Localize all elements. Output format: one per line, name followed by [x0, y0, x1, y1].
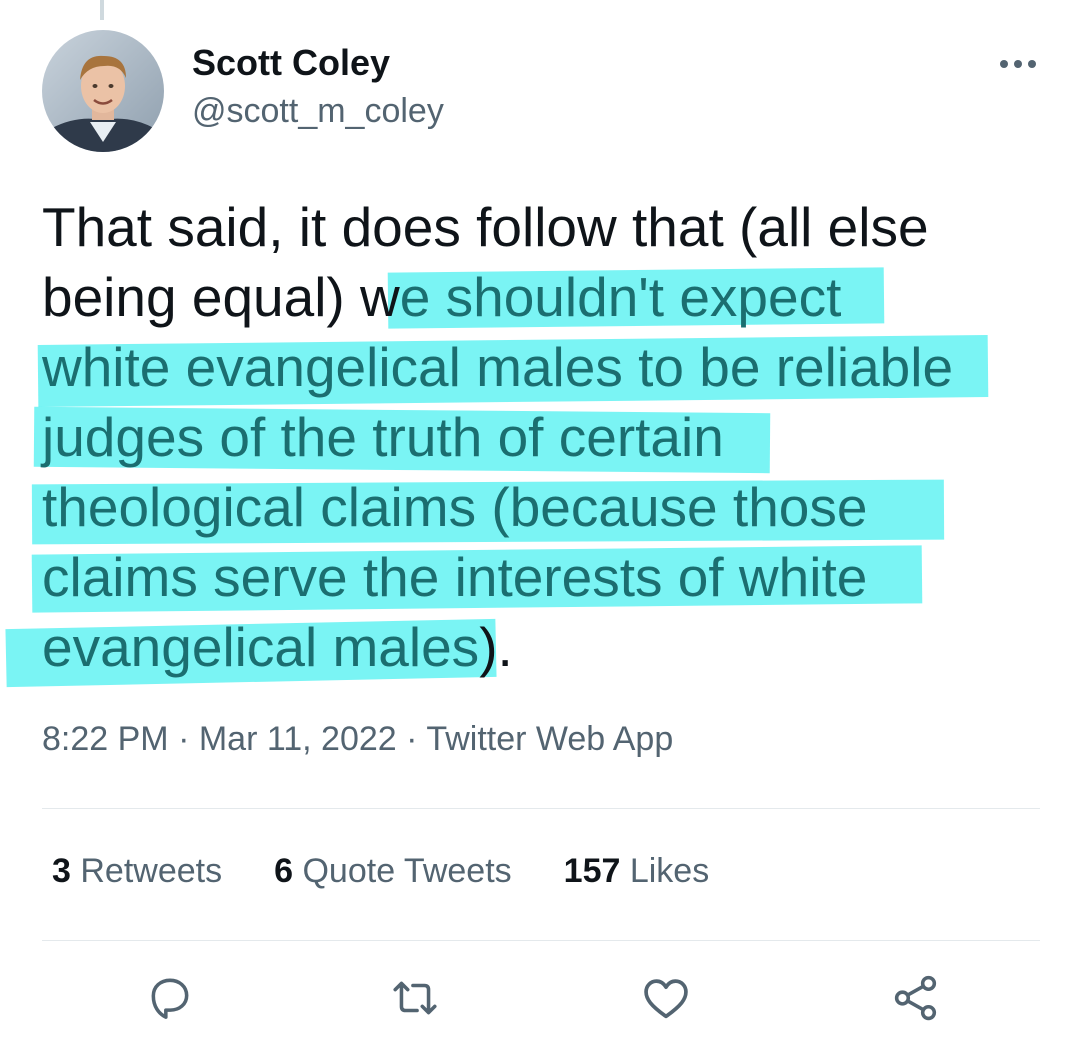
quote-tweets-label: Quote Tweets	[302, 852, 512, 890]
likes-stat[interactable]: 157 Likes	[564, 852, 710, 891]
highlighted-text: e shouldn't expect	[399, 266, 842, 328]
tweet-time[interactable]: 8:22 PM	[42, 720, 169, 758]
tweet-text-line: evangelical males).	[42, 612, 1042, 682]
divider	[42, 808, 1040, 809]
tweet-text-line: That said, it does follow that (all else	[42, 192, 1042, 262]
retweets-stat[interactable]: 3 Retweets	[52, 852, 222, 891]
share-icon	[894, 975, 937, 1021]
more-horizontal-icon	[1000, 60, 1036, 68]
meta-separator: ·	[178, 720, 190, 758]
like-icon	[644, 979, 688, 1019]
divider	[42, 940, 1040, 941]
retweet-icon	[393, 981, 437, 1015]
retweet-button[interactable]	[385, 968, 445, 1028]
author-handle[interactable]: @scott_m_coley	[192, 92, 444, 131]
tweet-text-line: judges of the truth of certain	[42, 402, 1042, 472]
reply-icon	[151, 978, 189, 1019]
tweet-text-line: being equal) we shouldn't expect	[42, 262, 1042, 332]
likes-label: Likes	[629, 852, 710, 890]
quote-tweets-stat[interactable]: 6 Quote Tweets	[274, 852, 512, 891]
quote-tweets-count: 6	[274, 852, 294, 890]
highlighted-text: white evangelical males to be reliable	[42, 336, 954, 398]
tweet-text-line: claims serve the interests of white	[42, 542, 1042, 612]
highlighted-text: claims serve the interests of white	[42, 546, 868, 608]
retweets-label: Retweets	[80, 852, 223, 890]
meta-separator: ·	[406, 720, 418, 758]
tweet-text-segment: ).	[479, 616, 513, 678]
highlighted-text: evangelical males	[42, 616, 480, 678]
retweets-count: 3	[52, 852, 71, 890]
tweet-text-line: white evangelical males to be reliable	[42, 332, 1042, 402]
tweet-stats: 3 Retweets 6 Quote Tweets 157 Likes	[52, 852, 761, 891]
tweet-text-segment: That said, it does follow that (all else	[42, 196, 929, 258]
more-options-button[interactable]	[994, 46, 1042, 82]
highlighted-text: theological claims (because those	[42, 476, 868, 538]
tweet-text: That said, it does follow that (all else…	[42, 192, 1042, 682]
avatar[interactable]	[42, 30, 164, 152]
tweet-text-segment: being equal) w	[42, 266, 400, 328]
likes-count: 157	[563, 852, 621, 890]
tweet-source[interactable]: Twitter Web App	[426, 720, 673, 758]
thread-connector-line	[100, 0, 104, 20]
highlighted-text: judges of the truth of certain	[42, 406, 724, 468]
reply-button[interactable]	[140, 968, 200, 1028]
tweet-date[interactable]: Mar 11, 2022	[199, 720, 397, 758]
like-button[interactable]	[636, 968, 696, 1028]
author-display-name[interactable]: Scott Coley	[192, 42, 390, 84]
share-button[interactable]	[886, 968, 946, 1028]
tweet-meta: 8:22 PM · Mar 11, 2022 · Twitter Web App	[42, 720, 673, 759]
tweet-text-line: theological claims (because those	[42, 472, 1042, 542]
